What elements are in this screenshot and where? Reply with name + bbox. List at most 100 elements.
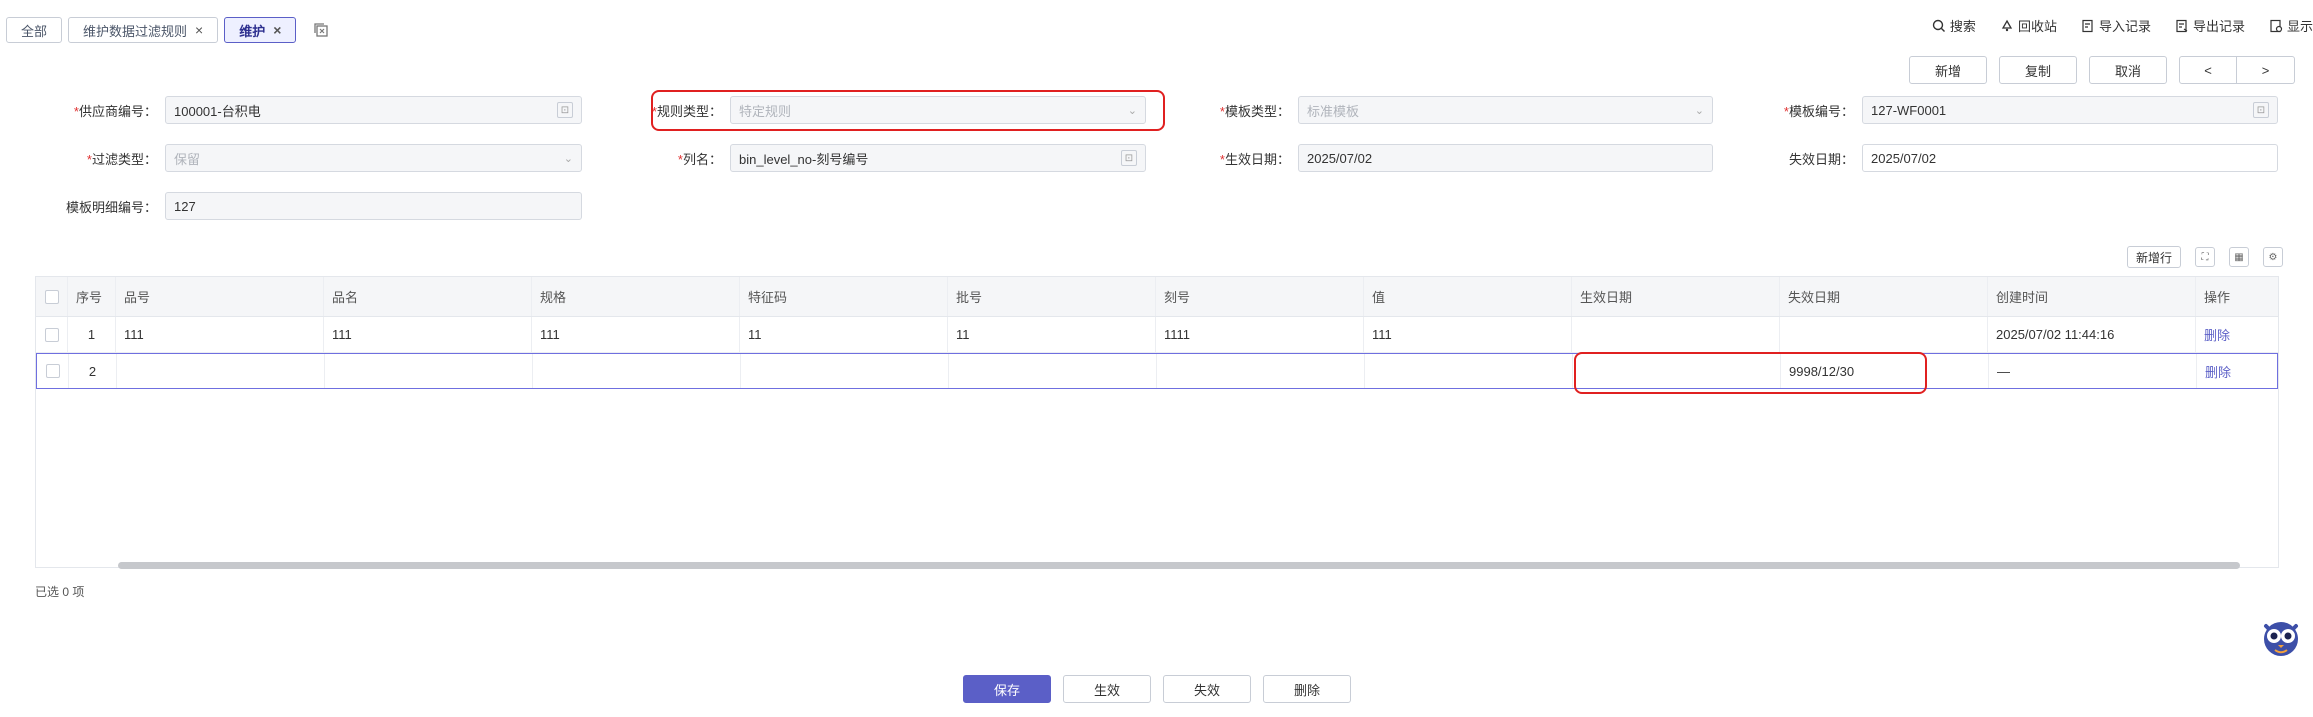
- display-icon: [2270, 19, 2283, 32]
- column-header: 生效日期: [1572, 277, 1780, 316]
- lookup-icon[interactable]: ⊡: [1121, 150, 1137, 166]
- template-type-value: 标准模板: [1307, 103, 1360, 119]
- supplier-label: *供应商编号：: [73, 103, 157, 119]
- template-type-label: *模板类型：: [1219, 103, 1290, 119]
- column-name-input[interactable]: bin_level_no-刻号编号 ⊡: [730, 144, 1146, 172]
- save-button[interactable]: 保存: [963, 675, 1051, 703]
- table-toolbar: 新增行 ⛶ ▦ ⚙: [2126, 246, 2283, 268]
- lot-cell[interactable]: 11: [948, 317, 1156, 352]
- delete-button[interactable]: 删除: [1263, 675, 1351, 703]
- detail-no-value: 127: [174, 198, 196, 214]
- template-no-value: 127-WF0001: [1871, 102, 1947, 118]
- close-icon[interactable]: ×: [273, 22, 281, 38]
- tab-maintain[interactable]: 维护 ×: [224, 17, 297, 43]
- expiry-date-value: 2025/07/02: [1871, 150, 1937, 166]
- created-time-cell: 2025/07/02 11:44:16: [1988, 317, 2196, 352]
- export-log-action[interactable]: 导出记录: [2175, 16, 2245, 35]
- prev-button[interactable]: <: [2179, 56, 2237, 84]
- effective-date-value: 2025/07/02: [1307, 150, 1373, 166]
- rule-type-select[interactable]: 特定规则 ⌄: [730, 96, 1146, 124]
- delete-link[interactable]: 删除: [2196, 317, 2280, 352]
- spec-cell[interactable]: [533, 354, 741, 388]
- display-label: 显示: [2286, 19, 2313, 34]
- row-checkbox[interactable]: [44, 327, 59, 342]
- display-action[interactable]: 显示: [2269, 16, 2313, 35]
- effective-date-cell[interactable]: [1572, 317, 1780, 352]
- value-cell[interactable]: 111: [1364, 317, 1572, 352]
- template-no-input[interactable]: 127-WF0001 ⊡: [1862, 96, 2278, 124]
- template-no-field: *模板编号： 127-WF0001 ⊡: [1760, 96, 2278, 124]
- search-label: 搜索: [1949, 19, 1976, 34]
- effective-date-input[interactable]: 2025/07/02: [1298, 144, 1713, 172]
- expiry-date-cell[interactable]: [1780, 317, 1988, 352]
- feature-cell[interactable]: 11: [740, 317, 948, 352]
- cancel-button[interactable]: 取消: [2089, 56, 2167, 84]
- next-button[interactable]: >: [2237, 56, 2295, 84]
- value-cell[interactable]: [1365, 354, 1573, 388]
- select-all-checkbox[interactable]: [44, 289, 59, 304]
- expiry-date-input[interactable]: 2025/07/02: [1862, 144, 2278, 172]
- effective-date-field: *生效日期： 2025/07/02: [1200, 144, 1713, 172]
- gear-icon[interactable]: ⚙: [2263, 247, 2283, 267]
- part-no-cell[interactable]: [117, 354, 325, 388]
- new-row-button[interactable]: 新增行: [2126, 246, 2181, 268]
- activate-button[interactable]: 生效: [1063, 675, 1151, 703]
- recycle-action[interactable]: 回收站: [2000, 16, 2057, 35]
- engrave-cell[interactable]: 1111: [1156, 317, 1364, 352]
- spec-cell[interactable]: 111: [532, 317, 740, 352]
- supplier-input[interactable]: 100001-台积电 ⊡: [165, 96, 582, 124]
- detail-no-label: 模板明细编号：: [65, 199, 157, 215]
- template-type-select[interactable]: 标准模板 ⌄: [1298, 96, 1713, 124]
- tab-filter-rules[interactable]: 维护数据过滤规则 ×: [68, 17, 219, 43]
- export-icon: [2176, 19, 2188, 32]
- expiry-date-label: 失效日期：: [1788, 151, 1854, 167]
- part-name-cell[interactable]: [325, 354, 533, 388]
- engrave-cell[interactable]: [1157, 354, 1365, 388]
- row-checkbox[interactable]: [45, 364, 60, 378]
- delete-link[interactable]: 删除: [2197, 354, 2281, 388]
- table-row[interactable]: 2 9998/12/30 — 删除: [36, 353, 2278, 389]
- deactivate-button[interactable]: 失效: [1163, 675, 1251, 703]
- chevron-down-icon: ⌄: [1694, 104, 1704, 117]
- column-header: 品号: [116, 277, 324, 316]
- row-checkbox-cell: [36, 317, 68, 352]
- column-settings-icon[interactable]: ▦: [2229, 247, 2249, 267]
- supplier-value: 100001-台积电: [174, 103, 261, 119]
- close-all-tabs-icon[interactable]: [312, 21, 330, 39]
- feature-cell[interactable]: [741, 354, 949, 388]
- horizontal-scrollbar[interactable]: [118, 562, 2240, 569]
- tab-label: 维护: [239, 23, 266, 39]
- prev-next-group: < >: [2179, 56, 2295, 84]
- expiry-date-cell[interactable]: 9998/12/30: [1781, 354, 1989, 388]
- tab-label: 全部: [21, 23, 48, 39]
- search-action[interactable]: 搜索: [1932, 16, 1976, 35]
- detail-no-input[interactable]: 127: [165, 192, 582, 220]
- fullscreen-icon[interactable]: ⛶: [2195, 247, 2215, 267]
- import-log-label: 导入记录: [2098, 19, 2151, 34]
- selected-count: 已选 0 项: [35, 585, 85, 599]
- column-header: 品名: [324, 277, 532, 316]
- column-header: 序号: [68, 277, 116, 316]
- lookup-icon[interactable]: ⊡: [557, 102, 573, 118]
- column-name-label: *列名：: [677, 151, 722, 167]
- lot-cell[interactable]: [949, 354, 1157, 388]
- column-name-value: bin_level_no-刻号编号: [739, 151, 869, 167]
- rule-type-value: 特定规则: [739, 103, 792, 119]
- tab-bar: 全部 维护数据过滤规则 × 维护 ×: [6, 16, 330, 44]
- new-button[interactable]: 新增: [1909, 56, 1987, 84]
- assistant-owl-icon[interactable]: [2260, 616, 2302, 658]
- copy-button[interactable]: 复制: [1999, 56, 2077, 84]
- close-icon[interactable]: ×: [195, 22, 203, 38]
- row-checkbox-cell: [37, 354, 69, 388]
- filter-type-select[interactable]: 保留 ⌄: [165, 144, 582, 172]
- table-row[interactable]: 1 111 111 111 11 11 1111 111 2025/07/02 …: [36, 317, 2278, 353]
- tab-all[interactable]: 全部: [6, 17, 63, 43]
- effective-date-cell[interactable]: [1573, 354, 1781, 388]
- bottom-actions: 保存 生效 失效 删除: [963, 675, 1351, 703]
- lookup-icon[interactable]: ⊡: [2253, 102, 2269, 118]
- part-name-cell[interactable]: 111: [324, 317, 532, 352]
- search-icon: [1932, 19, 1945, 32]
- part-no-cell[interactable]: 111: [116, 317, 324, 352]
- column-header: 失效日期: [1780, 277, 1988, 316]
- import-log-action[interactable]: 导入记录: [2081, 16, 2151, 35]
